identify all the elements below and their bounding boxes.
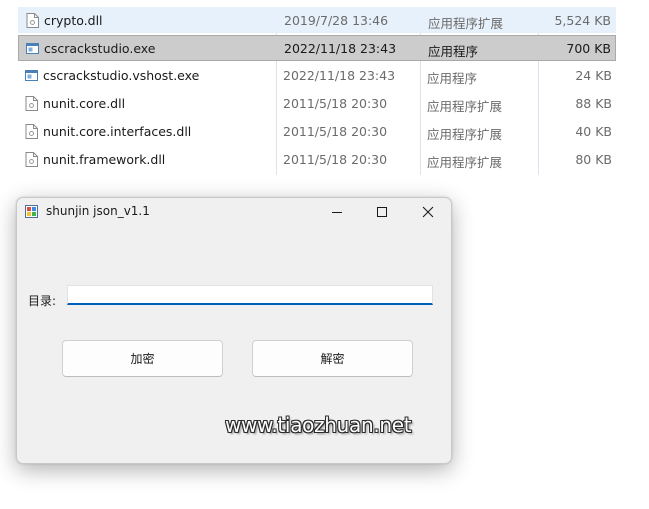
exe-file-icon [25, 70, 38, 81]
file-name: cscrackstudio.exe [44, 41, 156, 56]
exe-file-icon [26, 43, 39, 54]
file-row-nunit-core-dll[interactable]: nunit.core.dll 2011/5/18 20:30 应用程序扩展 88… [18, 91, 616, 117]
file-date: 2022/11/18 23:43 [283, 68, 396, 83]
dll-file-icon [25, 96, 38, 111]
close-button[interactable] [405, 198, 451, 226]
file-type: 应用程序 [428, 44, 479, 59]
file-name: crypto.dll [44, 13, 103, 28]
file-type: 应用程序扩展 [427, 127, 503, 142]
file-size: 24 KB [575, 68, 612, 83]
winforms-app-icon [25, 205, 38, 218]
file-row-cscrackstudio-exe[interactable]: cscrackstudio.exe 2022/11/18 23:43 应用程序 … [18, 35, 616, 61]
file-date: 2011/5/18 20:30 [283, 152, 388, 167]
directory-label: 目录: [28, 294, 57, 308]
file-size: 88 KB [575, 96, 612, 111]
file-size: 80 KB [575, 152, 612, 167]
file-type: 应用程序扩展 [427, 99, 503, 114]
file-size: 700 KB [566, 41, 611, 56]
file-type: 应用程序扩展 [428, 16, 504, 31]
dll-file-icon [25, 152, 38, 167]
minimize-button[interactable] [314, 198, 360, 226]
file-row-nunit-core-interfaces-dll[interactable]: nunit.core.interfaces.dll 2011/5/18 20:3… [18, 119, 616, 145]
file-date: 2011/5/18 20:30 [283, 96, 388, 111]
file-date: 2019/7/28 13:46 [284, 13, 389, 28]
file-date: 2022/11/18 23:43 [284, 41, 397, 56]
dll-file-icon [26, 13, 39, 28]
minimize-icon [332, 212, 342, 213]
file-list: crypto.dll 2019/7/28 13:46 应用程序扩展 5,524 … [18, 7, 616, 175]
app-window: shunjin json_v1.1 目录: 加密 解密 www.tiaozhua… [16, 197, 452, 464]
encrypt-button[interactable]: 加密 [62, 340, 223, 377]
close-icon [422, 206, 434, 218]
watermark-text: www.tiaozhuan.net [225, 413, 412, 437]
window-title: shunjin json_v1.1 [46, 204, 150, 218]
file-size: 5,524 KB [554, 13, 611, 28]
file-type: 应用程序扩展 [427, 155, 503, 170]
file-size: 40 KB [575, 124, 612, 139]
file-row-cscrackstudio-vshost-exe[interactable]: cscrackstudio.vshost.exe 2022/11/18 23:4… [18, 63, 616, 89]
file-date: 2011/5/18 20:30 [283, 124, 388, 139]
file-name: nunit.core.interfaces.dll [43, 124, 192, 139]
title-bar[interactable]: shunjin json_v1.1 [17, 198, 451, 226]
decrypt-button[interactable]: 解密 [252, 340, 413, 377]
directory-input[interactable] [67, 285, 433, 305]
file-type: 应用程序 [427, 71, 478, 86]
file-name: nunit.framework.dll [43, 152, 166, 167]
maximize-icon [377, 207, 387, 217]
file-name: nunit.core.dll [43, 96, 126, 111]
file-name: cscrackstudio.vshost.exe [43, 68, 200, 83]
file-row-crypto-dll[interactable]: crypto.dll 2019/7/28 13:46 应用程序扩展 5,524 … [18, 7, 616, 33]
maximize-button[interactable] [359, 198, 405, 226]
file-row-nunit-framework-dll[interactable]: nunit.framework.dll 2011/5/18 20:30 应用程序… [18, 147, 616, 173]
dll-file-icon [25, 124, 38, 139]
